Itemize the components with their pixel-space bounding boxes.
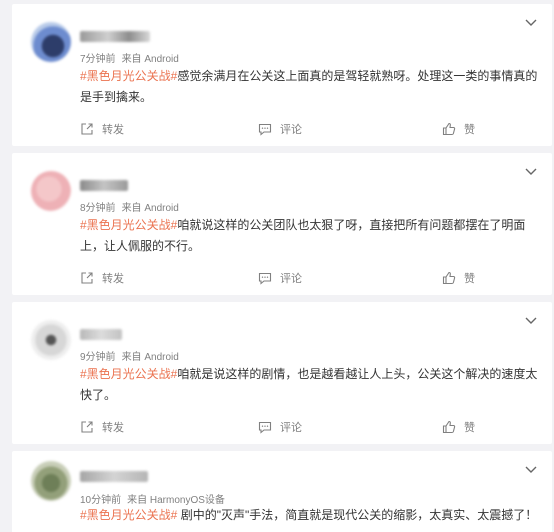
avatar[interactable]: [31, 171, 71, 211]
post-meta: 9分钟前 来自 Android: [80, 348, 179, 363]
post-card: 10分钟前 来自 HarmonyOS设备 #黑色月光公关战# 剧中的"灭声"手法，…: [12, 451, 552, 532]
hashtag-link[interactable]: #黑色月光公关战#: [80, 508, 177, 522]
post-meta: 8分钟前 来自 Android: [80, 199, 179, 214]
avatar[interactable]: [31, 461, 71, 501]
share-icon: [81, 123, 93, 135]
post-actions: 转发 评论 赞: [12, 120, 552, 138]
post-text-continued: 快了。: [80, 388, 117, 402]
username-blurred[interactable]: [80, 471, 148, 482]
comment-label: 评论: [280, 124, 302, 136]
chevron-down-icon[interactable]: [524, 18, 538, 28]
like-label: 赞: [464, 422, 475, 434]
post-card: 7分钟前 来自 Android #黑色月光公关战#感觉余满月在公关这上面真的是驾轻…: [12, 4, 552, 146]
hashtag-link[interactable]: #黑色月光公关战#: [80, 69, 177, 83]
comment-button[interactable]: 评论: [258, 269, 302, 287]
comment-icon: [258, 123, 272, 136]
like-button[interactable]: 赞: [442, 418, 475, 436]
post-text-continued: 是手到擒来。: [80, 90, 153, 104]
share-label: 转发: [102, 124, 124, 136]
post-content: #黑色月光公关战#感觉余满月在公关这上面真的是驾轻就熟呀。处理这一类的事情真的 …: [80, 66, 540, 108]
post-actions: 转发 评论 赞: [12, 418, 552, 436]
post-text: 咱就是说这样的剧情，也是越看越让人上头，公关这个解决的速度太: [177, 367, 538, 381]
post-time[interactable]: 7分钟前: [80, 54, 116, 65]
chevron-down-icon[interactable]: [524, 465, 538, 475]
post-meta: 10分钟前 来自 HarmonyOS设备: [80, 491, 225, 506]
post-source: 来自 Android: [121, 352, 179, 363]
post-card: 8分钟前 来自 Android #黑色月光公关战#咱就说这样的公关团队也太狠了呀，…: [12, 153, 552, 295]
post-content: #黑色月光公关战#咱就是说这样的剧情，也是越看越让人上头，公关这个解决的速度太 …: [80, 364, 540, 406]
post-text: 剧中的"灭声"手法，简直就是现代公关的缩影，太真实、太震撼了！: [177, 508, 538, 522]
hashtag-link[interactable]: #黑色月光公关战#: [80, 367, 177, 381]
share-button[interactable]: 转发: [80, 418, 124, 436]
like-label: 赞: [464, 273, 475, 285]
comment-icon: [258, 421, 272, 434]
share-label: 转发: [102, 273, 124, 285]
share-button[interactable]: 转发: [80, 269, 124, 287]
post-time[interactable]: 8分钟前: [80, 203, 116, 214]
post-text: 咱就说这样的公关团队也太狠了呀，直接把所有问题都摆在了明面: [177, 218, 526, 232]
post-source: 来自 Android: [121, 203, 179, 214]
username-blurred[interactable]: [80, 329, 122, 340]
avatar[interactable]: [31, 320, 71, 360]
post-text-continued: 上，让人佩服的不行。: [80, 239, 201, 253]
post-card: 9分钟前 来自 Android #黑色月光公关战#咱就是说这样的剧情，也是越看越让…: [12, 302, 552, 444]
chevron-down-icon[interactable]: [524, 167, 538, 177]
comment-button[interactable]: 评论: [258, 418, 302, 436]
username-blurred[interactable]: [80, 180, 128, 191]
post-meta: 7分钟前 来自 Android: [80, 50, 179, 65]
post-content: #黑色月光公关战# 剧中的"灭声"手法，简直就是现代公关的缩影，太真实、太震撼了…: [80, 505, 540, 526]
weibo-comment-feed: 7分钟前 来自 Android #黑色月光公关战#感觉余满月在公关这上面真的是驾轻…: [0, 0, 554, 532]
hashtag-link[interactable]: #黑色月光公关战#: [80, 218, 177, 232]
share-icon: [81, 421, 93, 433]
post-time[interactable]: 9分钟前: [80, 352, 116, 363]
post-actions: 转发 评论 赞: [12, 269, 552, 287]
post-content: #黑色月光公关战#咱就说这样的公关团队也太狠了呀，直接把所有问题都摆在了明面 上…: [80, 215, 540, 257]
post-source: 来自 Android: [121, 54, 179, 65]
share-label: 转发: [102, 422, 124, 434]
share-button[interactable]: 转发: [80, 120, 124, 138]
avatar[interactable]: [31, 22, 71, 62]
comment-button[interactable]: 评论: [258, 120, 302, 138]
post-text: 感觉余满月在公关这上面真的是驾轻就熟呀。处理这一类的事情真的: [177, 69, 538, 83]
share-icon: [81, 272, 93, 284]
thumbs-up-icon: [442, 271, 456, 285]
thumbs-up-icon: [442, 420, 456, 434]
like-button[interactable]: 赞: [442, 120, 475, 138]
thumbs-up-icon: [442, 122, 456, 136]
comment-icon: [258, 272, 272, 285]
username-blurred[interactable]: [80, 31, 150, 42]
like-button[interactable]: 赞: [442, 269, 475, 287]
chevron-down-icon[interactable]: [524, 316, 538, 326]
like-label: 赞: [464, 124, 475, 136]
comment-label: 评论: [280, 422, 302, 434]
comment-label: 评论: [280, 273, 302, 285]
